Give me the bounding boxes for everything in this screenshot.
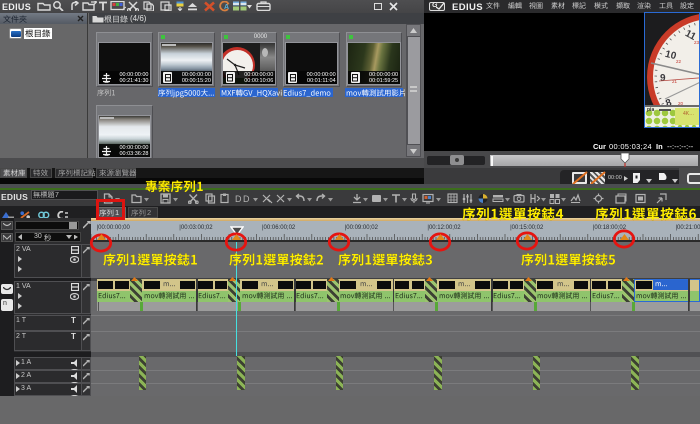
svg-text:A: A <box>224 4 229 11</box>
svg-text:D: D <box>243 194 250 204</box>
svg-text:D: D <box>235 194 242 204</box>
